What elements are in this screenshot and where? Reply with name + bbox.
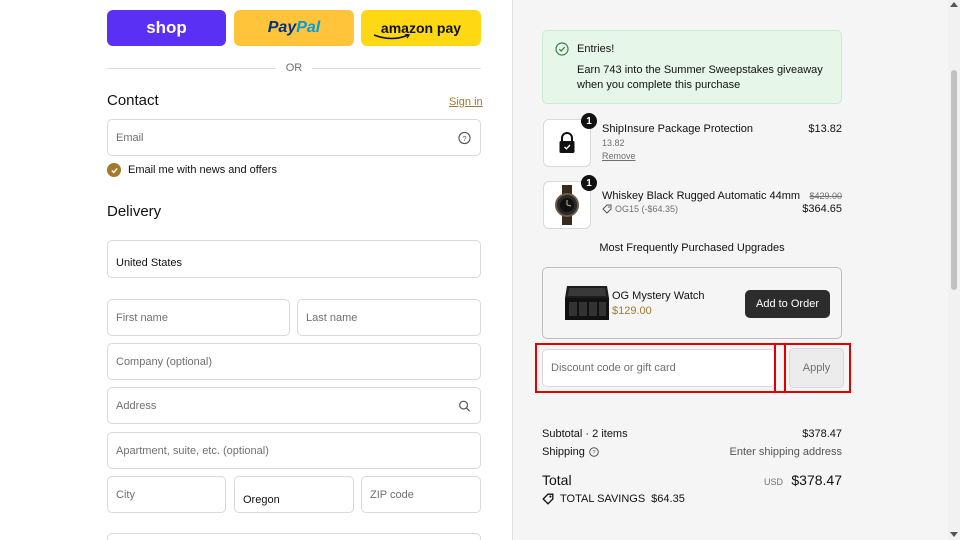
- quantity-badge: 1: [581, 175, 597, 191]
- help-icon[interactable]: ?: [458, 131, 471, 144]
- search-icon: [459, 400, 471, 412]
- contact-heading: Contact: [107, 92, 159, 109]
- sign-in-link[interactable]: Sign in: [449, 96, 483, 108]
- shipping-label-group: Shipping ?: [542, 446, 599, 458]
- subtotal-label: Subtotal · 2 items: [542, 428, 628, 440]
- shipping-row: Shipping ? Enter shipping address: [542, 446, 842, 458]
- amazon-pay-button[interactable]: amazon pay: [361, 10, 481, 46]
- savings-value: $64.35: [651, 493, 685, 505]
- subtotal-value: $378.47: [802, 428, 842, 440]
- shipping-value: Enter shipping address: [729, 446, 842, 458]
- scrollbar[interactable]: [948, 0, 960, 540]
- upgrades-title: Most Frequently Purchased Upgrades: [599, 242, 785, 254]
- last-name-field[interactable]: Last name: [297, 299, 481, 336]
- country-select[interactable]: United States: [107, 240, 481, 278]
- total-label: Total: [542, 472, 572, 488]
- upgrade-name: OG Mystery Watch: [612, 290, 705, 302]
- discount-tag: OG15 (-$64.35): [602, 204, 678, 214]
- news-label: Email me with news and offers: [128, 164, 277, 176]
- sweepstakes-banner: Entries! Earn 743 into the Summer Sweeps…: [542, 30, 842, 104]
- remove-link[interactable]: Remove: [602, 151, 636, 161]
- help-icon[interactable]: ?: [589, 447, 599, 457]
- email-field[interactable]: Email ?: [107, 119, 481, 156]
- tag-icon: [602, 204, 612, 214]
- phone-field[interactable]: [107, 533, 481, 540]
- zip-placeholder: ZIP code: [370, 488, 414, 501]
- svg-text:?: ?: [592, 450, 595, 456]
- add-to-order-button[interactable]: Add to Order: [745, 290, 830, 318]
- city-placeholder: City: [116, 488, 135, 501]
- total-savings: TOTAL SAVINGS $64.35: [542, 493, 685, 505]
- total-currency: USD: [764, 477, 784, 487]
- shipinsure-thumbnail: 1: [543, 113, 597, 167]
- last-name-placeholder: Last name: [306, 311, 358, 324]
- scrollbar-thumb[interactable]: [951, 70, 957, 290]
- scroll-down-icon[interactable]: [950, 532, 958, 537]
- news-optin[interactable]: Email me with news and offers: [107, 163, 277, 177]
- svg-text:?: ?: [462, 133, 466, 142]
- zip-field[interactable]: ZIP code: [361, 476, 481, 513]
- paypal-button[interactable]: Pay Pal: [234, 10, 354, 46]
- or-label: OR: [285, 62, 303, 74]
- company-placeholder: Company (optional): [116, 355, 212, 368]
- amazon-smile-icon: [373, 34, 411, 40]
- checkout-form-panel: shop Pay Pal amazon pay OR Contact Sign i…: [0, 0, 512, 540]
- watch-box-icon: [565, 286, 609, 320]
- highlight-box: [535, 343, 851, 393]
- news-checkbox[interactable]: [107, 163, 121, 177]
- city-field[interactable]: City: [107, 476, 226, 513]
- item-name: Whiskey Black Rugged Automatic 44mm: [602, 190, 801, 202]
- email-placeholder: Email: [116, 131, 144, 144]
- first-name-field[interactable]: First name: [107, 299, 290, 336]
- tag-icon: [542, 493, 554, 505]
- scroll-up-icon[interactable]: [950, 2, 958, 7]
- discount-text: OG15 (-$64.35): [615, 204, 679, 214]
- watch-thumbnail: 1: [543, 175, 597, 229]
- state-select[interactable]: Oregon: [234, 476, 354, 513]
- item-price: $364.65: [802, 203, 842, 215]
- check-circle-icon: [555, 42, 569, 56]
- address-field[interactable]: Address: [107, 387, 481, 424]
- state-value: Oregon: [243, 493, 280, 506]
- first-name-placeholder: First name: [116, 311, 168, 324]
- savings-label: TOTAL SAVINGS: [560, 493, 646, 505]
- delivery-heading: Delivery: [107, 203, 162, 220]
- total-value: $378.47: [791, 472, 842, 488]
- divider-line: [312, 67, 481, 69]
- shop-pay-button[interactable]: shop: [107, 10, 226, 46]
- apartment-placeholder: Apartment, suite, etc. (optional): [116, 444, 269, 457]
- or-divider: OR: [107, 62, 481, 74]
- shipping-label: Shipping: [542, 446, 585, 458]
- quantity-badge: 1: [581, 113, 597, 129]
- checkmark-icon: [110, 167, 118, 174]
- item-price: $13.82: [808, 123, 842, 135]
- paypal-label-pay: Pay: [267, 19, 297, 36]
- country-value: United States: [116, 257, 183, 269]
- total-row: Total USD $378.47: [542, 472, 842, 488]
- highlight-box: [774, 343, 786, 393]
- entries-title: Entries!: [577, 43, 615, 55]
- watch-icon: [555, 185, 579, 225]
- company-field[interactable]: Company (optional): [107, 343, 481, 380]
- apartment-field[interactable]: Apartment, suite, etc. (optional): [107, 432, 481, 469]
- divider-line: [107, 67, 276, 69]
- upgrade-price: $129.00: [612, 305, 652, 317]
- shop-pay-label: shop: [146, 18, 187, 37]
- item-subtext: 13.82: [602, 138, 625, 148]
- paypal-label-pal: Pal: [296, 19, 321, 36]
- subtotal-row: Subtotal · 2 items $378.47: [542, 428, 842, 440]
- lock-icon: [559, 132, 575, 153]
- item-name: ShipInsure Package Protection: [602, 123, 754, 135]
- entries-text: Earn 743 into the Summer Sweepstakes giv…: [577, 64, 823, 91]
- address-placeholder: Address: [116, 399, 157, 412]
- original-price: $429.00: [809, 191, 842, 201]
- total-amount-group: USD $378.47: [764, 472, 842, 488]
